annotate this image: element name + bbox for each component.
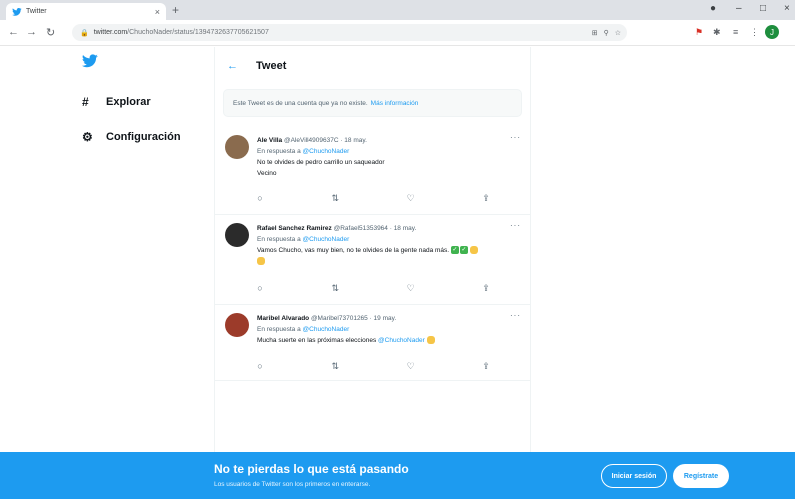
signup-banner: No te pierdas lo que está pasando Los us…: [0, 452, 795, 499]
login-button[interactable]: Iniciar sesión: [601, 464, 667, 488]
menu-dots-icon[interactable]: ⋮: [750, 27, 759, 38]
new-tab-button[interactable]: +: [172, 3, 179, 17]
forward-arrow-icon[interactable]: →: [26, 26, 37, 38]
reply-mention-link[interactable]: @ChuchoNader: [303, 326, 350, 333]
hand-emoji-icon: [257, 257, 265, 266]
avatar[interactable]: [225, 223, 249, 247]
tab-close-icon[interactable]: ×: [155, 7, 160, 17]
maximize-button[interactable]: □: [760, 3, 766, 14]
reply-prefix: En respuesta a: [257, 148, 301, 155]
share-icon[interactable]: ⇪: [479, 193, 493, 204]
more-info-link[interactable]: Más información: [371, 100, 419, 107]
back-arrow-icon[interactable]: ←: [227, 60, 238, 72]
reply-prefix: En respuesta a: [257, 236, 301, 243]
translate-icon[interactable]: ⊞: [592, 29, 598, 37]
more-options-icon[interactable]: ···: [510, 133, 521, 142]
banner-title: No te pierdas lo que está pasando: [214, 462, 409, 476]
bookmark-star-icon[interactable]: ☆: [615, 29, 621, 37]
page-title: Tweet: [256, 60, 287, 72]
thumbs-up-emoji-icon: [426, 336, 435, 345]
tweet-meta: @Maribel73701265 · 19 may.: [310, 315, 397, 322]
twitter-logo-icon[interactable]: [82, 54, 98, 68]
tweet-text: Mucha suerte en las próximas elecciones: [257, 337, 377, 344]
reply-icon[interactable]: ○: [253, 193, 267, 204]
hash-icon: #: [82, 95, 89, 109]
tab-title: Twitter: [26, 8, 47, 15]
tweet-mention-link[interactable]: @ChuchoNader: [378, 337, 425, 344]
tweet-body: Rafael Sanchez Ramirez @Rafael51353964 ·…: [257, 223, 523, 267]
tweet-text: No te olvides de pedro carrillo un saque…: [257, 159, 385, 166]
sidebar-item-explorar[interactable]: # Explorar: [82, 95, 151, 109]
retweet-icon[interactable]: ⇅: [328, 283, 342, 294]
check-emoji-icon: ✓: [450, 246, 459, 255]
close-window-button[interactable]: ×: [784, 3, 790, 14]
sidebar-item-label: Explorar: [106, 96, 151, 108]
tweet-body: Maribel Alvarado @Maribel73701265 · 19 m…: [257, 313, 523, 346]
tweet-meta: @Rafael51353964 · 18 may.: [333, 225, 417, 232]
url-path: /ChuchoNader/status/1394732637705621507: [127, 29, 269, 36]
like-icon[interactable]: ♡: [404, 283, 418, 294]
avatar[interactable]: [225, 313, 249, 337]
sidebar-item-label: Configuración: [106, 131, 181, 143]
page-header: ← Tweet: [215, 47, 530, 85]
reply-icon[interactable]: ○: [253, 361, 267, 372]
reply-mention-link[interactable]: @ChuchoNader: [303, 236, 350, 243]
tweet-body: Ale Villa @AleVill4909637C · 18 may. En …: [257, 135, 523, 179]
reading-list-icon[interactable]: ≡: [733, 27, 738, 37]
reload-icon[interactable]: ↻: [46, 26, 55, 39]
tweet-actions: ○ ⇅ ♡ ⇪: [253, 283, 493, 294]
sidebar-item-configuracion[interactable]: ⚙ Configuración: [82, 130, 181, 144]
extensions-puzzle-icon[interactable]: ✱: [713, 27, 721, 38]
tweet-actions: ○ ⇅ ♡ ⇪: [253, 193, 493, 204]
banner-subtitle: Los usuarios de Twitter son los primeros…: [214, 481, 371, 488]
tweet-author-name[interactable]: Ale Villa: [257, 137, 282, 144]
hand-emoji-icon: [469, 246, 478, 255]
browser-tab[interactable]: Twitter ×: [6, 3, 166, 20]
lock-icon: 🔒: [80, 29, 89, 37]
more-options-icon[interactable]: ···: [510, 221, 521, 230]
avatar[interactable]: [225, 135, 249, 159]
browser-toolbar: ← → ↻ 🔒 twitter.com/ChuchoNader/status/1…: [0, 20, 795, 46]
back-arrow-icon[interactable]: ←: [8, 26, 19, 38]
tweet-meta: @AleVill4909637C · 18 may.: [283, 137, 367, 144]
tweet-author-name[interactable]: Rafael Sanchez Ramirez: [257, 225, 332, 232]
tweet[interactable]: Rafael Sanchez Ramirez @Rafael51353964 ·…: [215, 215, 531, 305]
reply-prefix: En respuesta a: [257, 326, 301, 333]
browser-tab-bar: Twitter × + ● – □ ×: [0, 0, 795, 20]
tweet-actions: ○ ⇅ ♡ ⇪: [253, 361, 493, 372]
url-domain: twitter.com: [93, 29, 128, 36]
deleted-account-notice: Este Tweet es de una cuenta que ya no ex…: [223, 89, 522, 117]
tweet-text: Vamos Chucho, vas muy bien, no te olvide…: [257, 247, 450, 254]
minimize-button[interactable]: –: [736, 3, 742, 14]
like-icon[interactable]: ♡: [404, 361, 418, 372]
retweet-icon[interactable]: ⇅: [328, 193, 342, 204]
reply-icon[interactable]: ○: [253, 283, 267, 294]
tweet[interactable]: Ale Villa @AleVill4909637C · 18 may. En …: [215, 127, 531, 215]
tweet-author-name[interactable]: Maribel Alvarado: [257, 315, 309, 322]
twitter-favicon-icon: [12, 7, 22, 16]
zoom-icon[interactable]: ⚲: [604, 29, 609, 37]
reply-mention-link[interactable]: @ChuchoNader: [303, 148, 350, 155]
like-icon[interactable]: ♡: [404, 193, 418, 204]
signup-button[interactable]: Regístrate: [673, 464, 729, 488]
address-bar[interactable]: 🔒 twitter.com/ChuchoNader/status/1394732…: [72, 24, 627, 41]
more-options-icon[interactable]: ···: [510, 311, 521, 320]
gear-icon: ⚙: [82, 130, 93, 144]
share-icon[interactable]: ⇪: [479, 283, 493, 294]
check-emoji-icon: ✓: [459, 246, 468, 255]
main-column: ← Tweet Este Tweet es de una cuenta que …: [214, 47, 531, 452]
notice-text: Este Tweet es de una cuenta que ya no ex…: [233, 99, 368, 107]
profile-avatar[interactable]: J: [765, 25, 779, 39]
extension-icon[interactable]: ⚑: [695, 27, 703, 38]
share-icon[interactable]: ⇪: [479, 361, 493, 372]
tweet-text: Vecino: [257, 170, 277, 177]
record-icon[interactable]: ●: [710, 3, 716, 14]
tweet[interactable]: Maribel Alvarado @Maribel73701265 · 19 m…: [215, 305, 531, 381]
retweet-icon[interactable]: ⇅: [328, 361, 342, 372]
